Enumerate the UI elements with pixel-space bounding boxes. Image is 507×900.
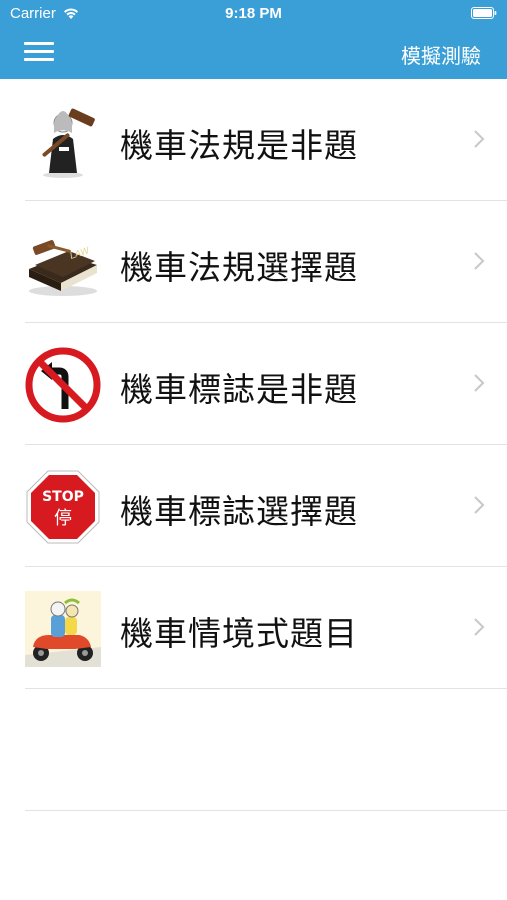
hamburger-menu-button[interactable] (24, 40, 54, 64)
law-book-gavel-icon: LAW (25, 225, 101, 301)
chevron-right-icon (474, 252, 485, 270)
chevron-right-icon (474, 374, 485, 392)
list-item-law-true-false[interactable]: 機車法規是非題 (0, 79, 507, 201)
no-left-turn-sign-icon (25, 347, 101, 423)
battery-icon (471, 7, 497, 19)
list-item-sign-true-false[interactable]: 機車標誌是非題 (0, 323, 507, 445)
question-category-list: 機車法規是非題 LAW 機車法規選擇題 機車標誌是非題 STOP 停 機車標誌選… (0, 79, 507, 811)
row-label: 機車情境式題目 (120, 614, 358, 653)
stop-sign-text: STOP (42, 489, 84, 505)
chevron-right-icon (474, 130, 485, 148)
row-label: 機車標誌選擇題 (120, 492, 358, 531)
list-item-sign-multiple-choice[interactable]: STOP 停 機車標誌選擇題 (0, 445, 507, 567)
navigation-bar: Carrier 9:18 PM 模擬測驗 (0, 0, 507, 79)
stop-sign-icon: STOP 停 (25, 469, 101, 545)
mock-test-button[interactable]: 模擬測驗 (401, 40, 481, 69)
status-bar: Carrier 9:18 PM (0, 0, 507, 28)
stop-sign-chinese-text: 停 (54, 508, 72, 529)
list-item-law-multiple-choice[interactable]: LAW 機車法規選擇題 (0, 201, 507, 323)
list-item-scenario-questions[interactable]: 機車情境式題目 (0, 567, 507, 689)
row-label: 機車標誌是非題 (120, 370, 358, 409)
row-label: 機車法規選擇題 (120, 248, 358, 287)
clock: 9:18 PM (225, 5, 282, 22)
judge-gavel-icon (25, 103, 101, 179)
menu-line (24, 58, 54, 61)
chevron-right-icon (474, 618, 485, 636)
chevron-right-icon (474, 496, 485, 514)
row-label: 機車法規是非題 (120, 126, 358, 165)
menu-line (24, 50, 54, 53)
menu-line (24, 42, 54, 45)
scooter-riders-icon (25, 591, 101, 667)
empty-list-row (0, 689, 507, 811)
app-screen: Carrier 9:18 PM 模擬測驗 機車法規是非題 LAW 機車法規選擇題… (0, 0, 507, 900)
